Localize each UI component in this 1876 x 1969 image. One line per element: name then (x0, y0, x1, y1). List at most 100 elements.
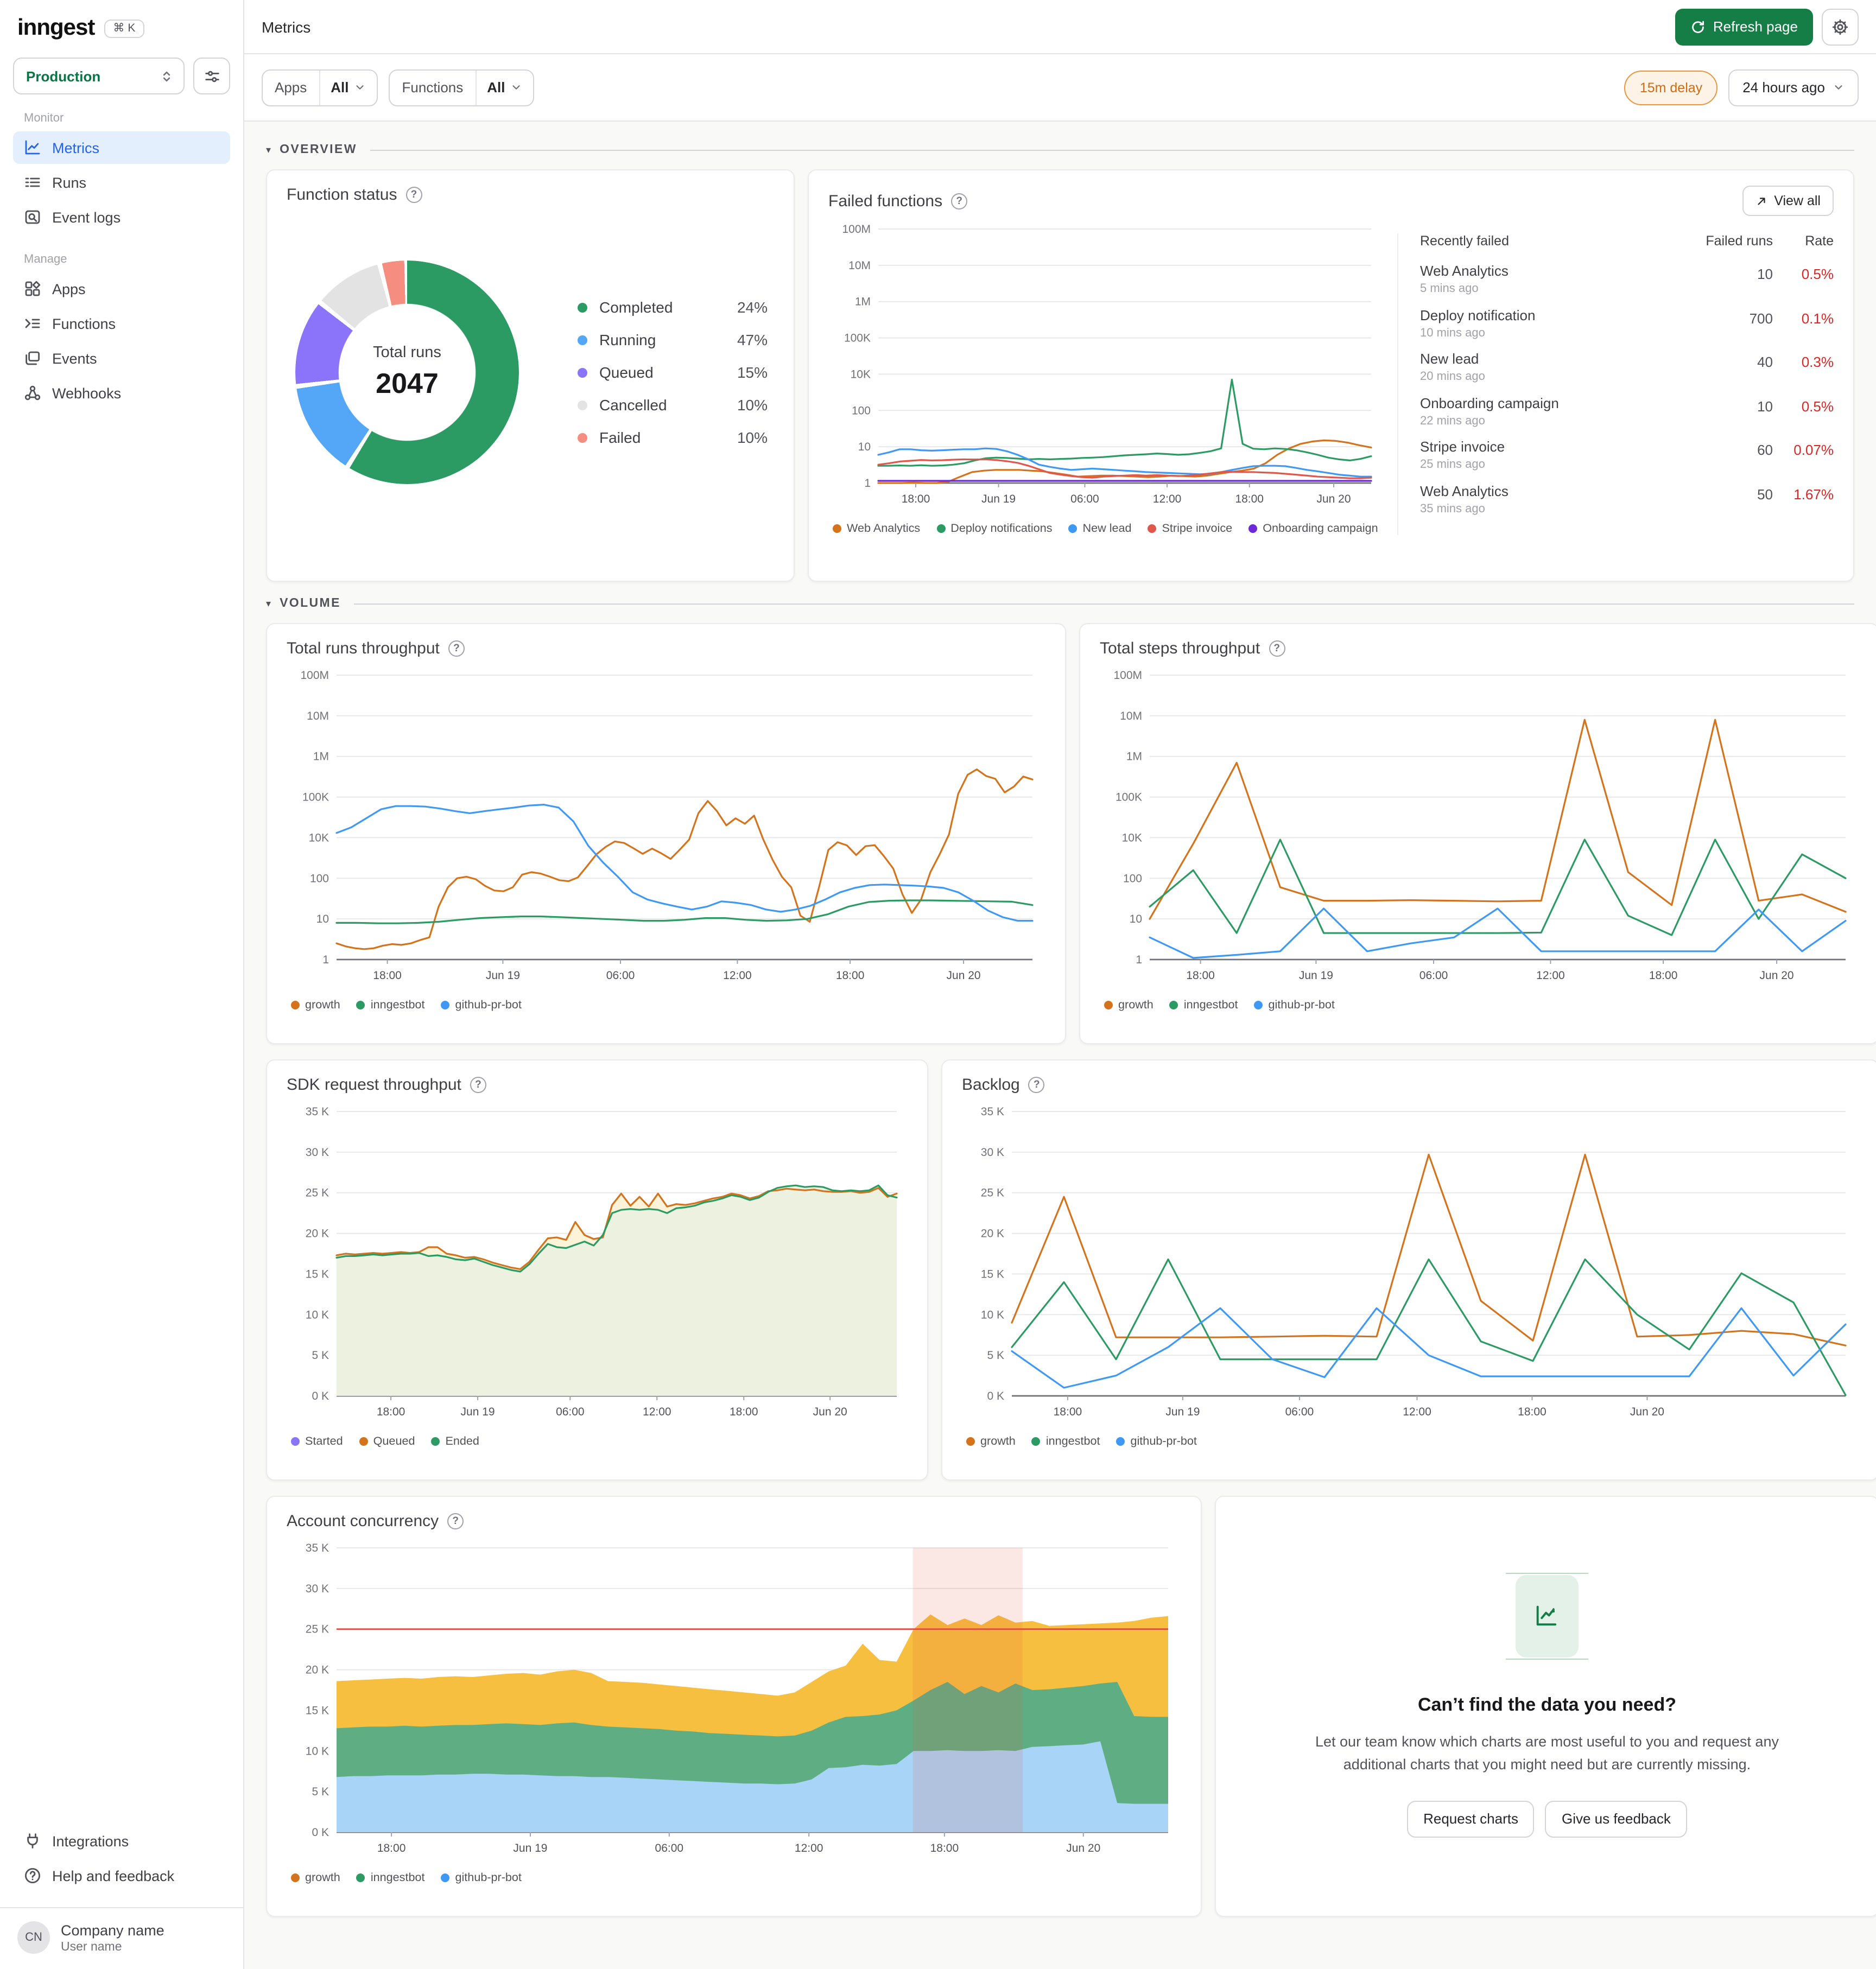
sidebar-item-metrics[interactable]: Metrics (13, 131, 230, 164)
delay-badge: 15m delay (1624, 70, 1718, 105)
chart-line-icon (25, 140, 40, 155)
help-icon[interactable]: ? (1269, 640, 1285, 657)
table-row[interactable]: New lead 20 mins ago 40 0.3% (1420, 351, 1834, 383)
legend-dot-icon (1068, 524, 1078, 533)
svg-text:0 K: 0 K (312, 1826, 329, 1839)
svg-text:06:00: 06:00 (1285, 1406, 1314, 1418)
svg-text:25 K: 25 K (306, 1187, 329, 1199)
svg-text:06:00: 06:00 (1419, 969, 1448, 982)
svg-text:10M: 10M (307, 710, 329, 722)
svg-text:10: 10 (316, 913, 329, 925)
chevron-down-icon (356, 85, 364, 90)
svg-text:12:00: 12:00 (1536, 969, 1565, 982)
svg-text:15 K: 15 K (306, 1704, 329, 1717)
refresh-page-button[interactable]: Refresh page (1675, 8, 1813, 45)
help-icon[interactable]: ? (1028, 1077, 1045, 1093)
legend-dot-icon (431, 1437, 440, 1446)
account-menu[interactable]: CN Company name User name (13, 1908, 230, 1954)
help-icon[interactable]: ? (447, 1513, 464, 1529)
table-row[interactable]: Web Analytics 35 mins ago 50 1.67% (1420, 482, 1834, 515)
sidebar-item-events[interactable]: Events (13, 342, 230, 374)
svg-text:100M: 100M (842, 223, 871, 236)
svg-text:Jun 19: Jun 19 (981, 493, 1016, 505)
svg-text:Jun 19: Jun 19 (461, 1406, 495, 1418)
legend-dot-icon (1169, 1001, 1178, 1009)
svg-text:10K: 10K (309, 831, 329, 844)
legend-label: Deploy notifications (950, 522, 1053, 535)
table-row[interactable]: Deploy notification 10 mins ago 700 0.1% (1420, 307, 1834, 339)
help-icon[interactable]: ? (470, 1077, 486, 1093)
legend-label: Queued (373, 1435, 415, 1448)
svg-text:18:00: 18:00 (1235, 493, 1264, 505)
sidebar-item-help[interactable]: Help and feedback (13, 1859, 230, 1892)
failed-runs-value: 700 (1749, 310, 1773, 326)
help-icon[interactable]: ? (951, 193, 968, 209)
app-window: inngest ⌘ K Production Monitor Metrics Ru… (0, 0, 1876, 1969)
failed-function-name: New lead 20 mins ago (1420, 351, 1695, 383)
failed-function-time: 5 mins ago (1420, 282, 1479, 295)
svg-text:30 K: 30 K (306, 1146, 329, 1159)
sdk-request-card: SDK request throughput ? 35 K 30 K 25 K 20 … (266, 1059, 928, 1481)
legend-dot-icon (1116, 1437, 1125, 1446)
sidebar-item-integrations[interactable]: Integrations (13, 1825, 230, 1857)
legend-dot-icon (441, 1001, 450, 1009)
sidebar-item-runs[interactable]: Runs (13, 166, 230, 199)
help-icon[interactable]: ? (405, 187, 422, 203)
table-row[interactable]: Web Analytics 5 mins ago 10 0.5% (1420, 263, 1834, 295)
functions-filter[interactable]: Functions All (389, 69, 535, 106)
time-range-select[interactable]: 24 hours ago (1728, 69, 1859, 106)
donut-legend-row: Failed 10% (578, 429, 768, 446)
legend-item: growth (291, 1871, 340, 1884)
svg-text:15 K: 15 K (981, 1268, 1004, 1280)
svg-text:Jun 20: Jun 20 (947, 969, 981, 982)
svg-text:30 K: 30 K (306, 1583, 329, 1595)
page-title: Metrics (262, 18, 311, 35)
legend-label: inngestbot (370, 999, 425, 1012)
legend-item: inngestbot (356, 1871, 425, 1884)
table-row[interactable]: Onboarding campaign 22 mins ago 10 0.5% (1420, 395, 1834, 427)
sidebar-item-label: Events (52, 350, 97, 366)
legend-dot-icon (578, 400, 587, 410)
env-filter-button[interactable] (193, 58, 230, 94)
environment-select[interactable]: Production (13, 58, 185, 94)
sidebar-item-webhooks[interactable]: Webhooks (13, 377, 230, 409)
legend-item: inngestbot (356, 999, 425, 1012)
legend-dot-icon (359, 1437, 368, 1446)
command-k-shortcut[interactable]: ⌘ K (104, 19, 144, 37)
legend-label: github-pr-bot (1130, 1435, 1197, 1448)
give-feedback-button[interactable]: Give us feedback (1545, 1800, 1687, 1838)
settings-button[interactable] (1822, 8, 1859, 45)
functions-filter-label: Functions (390, 70, 477, 105)
view-all-button[interactable]: View all (1742, 186, 1834, 216)
overview-section-header[interactable]: ▾ OVERVIEW (266, 143, 1854, 156)
user-name: User name (61, 1940, 122, 1953)
legend-dot-icon (291, 1873, 300, 1882)
svg-text:0 K: 0 K (987, 1390, 1004, 1402)
column-header: Rate (1805, 233, 1834, 249)
request-charts-button[interactable]: Request charts (1407, 1800, 1535, 1838)
sidebar-item-event-logs[interactable]: Event logs (13, 201, 230, 233)
volume-section-header[interactable]: ▾ VOLUME (266, 597, 1854, 610)
svg-text:Jun 19: Jun 19 (1299, 969, 1333, 982)
sidebar-item-apps[interactable]: Apps (13, 272, 230, 305)
failure-rate-value: 0.5% (1801, 266, 1834, 282)
failed-runs-value: 10 (1757, 266, 1773, 282)
failed-function-time: 10 mins ago (1420, 326, 1485, 339)
apps-filter[interactable]: Apps All (262, 69, 378, 106)
legend-item: inngestbot (1169, 999, 1238, 1012)
sidebar-item-functions[interactable]: Functions (13, 307, 230, 340)
help-icon[interactable]: ? (448, 640, 465, 657)
svg-text:18:00: 18:00 (377, 1842, 406, 1854)
legend-dot-icon (356, 1001, 365, 1009)
chart-legend: growth inngestbot github-pr-bot (962, 1435, 1859, 1448)
svg-text:10M: 10M (848, 259, 871, 272)
functions-filter-value: All (487, 79, 505, 96)
table-row[interactable]: Stripe invoice 25 mins ago 60 0.07% (1420, 439, 1834, 471)
backlog-chart: 35 K 30 K 25 K 20 K 15 K 10 K 5 K 0 K 18:00 Jun 1… (981, 1106, 1847, 1418)
dashboard-content: ▾ OVERVIEW Function status ? Total runs … (244, 122, 1876, 1969)
svg-text:18:00: 18:00 (902, 493, 930, 505)
sidebar-item-label: Runs (52, 174, 87, 190)
legend-label: Onboarding campaign (1263, 522, 1378, 535)
svg-text:20 K: 20 K (306, 1664, 329, 1676)
legend-item: Stripe invoice (1148, 522, 1232, 535)
